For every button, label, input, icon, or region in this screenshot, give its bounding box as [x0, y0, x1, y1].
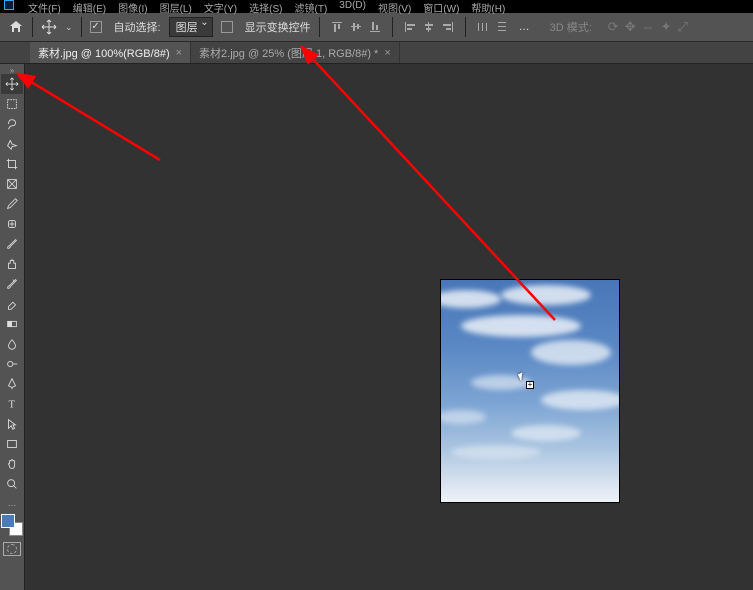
- lasso-tool[interactable]: [1, 114, 23, 134]
- menu-edit[interactable]: 编辑(E): [73, 0, 106, 15]
- auto-select-checkbox[interactable]: [90, 21, 102, 33]
- menu-layer[interactable]: 图层(L): [160, 0, 192, 15]
- menu-help[interactable]: 帮助(H): [471, 0, 505, 15]
- move-cursor: +: [519, 372, 529, 380]
- align-left-icon[interactable]: [401, 18, 419, 36]
- color-swatches[interactable]: [1, 514, 23, 536]
- frame-tool[interactable]: [1, 174, 23, 194]
- move-tool[interactable]: [1, 74, 23, 94]
- align-hcenter-icon[interactable]: [420, 18, 438, 36]
- tool-panel: » T …: [0, 64, 25, 590]
- type-tool[interactable]: T: [1, 394, 23, 414]
- align-vcenter-icon[interactable]: [347, 18, 365, 36]
- zoom-tool[interactable]: [1, 474, 23, 494]
- blur-tool[interactable]: [1, 334, 23, 354]
- chevron-down-icon[interactable]: ⌄: [65, 22, 73, 33]
- home-icon[interactable]: [8, 19, 24, 35]
- path-select-tool[interactable]: [1, 414, 23, 434]
- marquee-tool[interactable]: [1, 94, 23, 114]
- auto-select-dropdown[interactable]: 图层: [169, 17, 213, 37]
- history-brush-tool[interactable]: [1, 274, 23, 294]
- gradient-tool[interactable]: [1, 314, 23, 334]
- eyedropper-tool[interactable]: [1, 194, 23, 214]
- crop-tool[interactable]: [1, 154, 23, 174]
- distribute-h-icon[interactable]: [474, 18, 492, 36]
- close-icon[interactable]: ×: [384, 47, 390, 59]
- quick-select-tool[interactable]: [1, 134, 23, 154]
- menu-image[interactable]: 图像(I): [118, 0, 147, 15]
- menubar: 文件(F) 编辑(E) 图像(I) 图层(L) 文字(Y) 选择(S) 滤镜(T…: [0, 0, 753, 13]
- menu-file[interactable]: 文件(F): [28, 0, 61, 15]
- mode3d-label: 3D 模式:: [550, 19, 592, 35]
- brush-tool[interactable]: [1, 234, 23, 254]
- foreground-swatch[interactable]: [1, 514, 15, 528]
- menu-type[interactable]: 文字(Y): [204, 0, 237, 15]
- document-tabs: 素材.jpg @ 100%(RGB/8#) × 素材2.jpg @ 25% (图…: [0, 42, 753, 64]
- hand-tool[interactable]: [1, 454, 23, 474]
- distribute-group: [474, 18, 511, 36]
- tab-document-1[interactable]: 素材.jpg @ 100%(RGB/8#) ×: [30, 42, 191, 63]
- mode3d-icons: ⟳ ✥ ⇔ ✦ ⤢: [608, 19, 688, 35]
- menu-window[interactable]: 窗口(W): [423, 0, 459, 15]
- dodge-tool[interactable]: [1, 354, 23, 374]
- divider: [81, 17, 82, 37]
- close-icon[interactable]: ×: [176, 47, 182, 59]
- pan-icon[interactable]: ✥: [625, 19, 636, 35]
- pen-tool[interactable]: [1, 374, 23, 394]
- align-group: [328, 18, 384, 36]
- divider: [392, 17, 393, 37]
- document-canvas[interactable]: [441, 280, 619, 502]
- align-top-icon[interactable]: [328, 18, 346, 36]
- canvas-area[interactable]: +: [25, 64, 753, 590]
- divider: [465, 17, 466, 37]
- tab-label: 素材.jpg @ 100%(RGB/8#): [38, 45, 170, 61]
- auto-select-label: 自动选择:: [114, 19, 161, 35]
- scale-icon[interactable]: ⤢: [678, 19, 688, 35]
- divider: [32, 17, 33, 37]
- quickmask-toggle[interactable]: [3, 542, 21, 556]
- rectangle-tool[interactable]: [1, 434, 23, 454]
- divider: [319, 17, 320, 37]
- show-transform-checkbox[interactable]: [221, 21, 233, 33]
- eraser-tool[interactable]: [1, 294, 23, 314]
- healing-tool[interactable]: [1, 214, 23, 234]
- clone-tool[interactable]: [1, 254, 23, 274]
- menu-filter[interactable]: 滤镜(T): [295, 0, 328, 15]
- menu-select[interactable]: 选择(S): [249, 0, 282, 15]
- collapse-handle-icon[interactable]: »: [0, 66, 24, 74]
- options-bar: ⌄ 自动选择: 图层 显示变换控件 … 3D 模式: ⟳ ✥ ⇔ ✦ ⤢: [0, 13, 753, 42]
- align-bottom-icon[interactable]: [366, 18, 384, 36]
- menu-3d[interactable]: 3D(D): [339, 0, 366, 11]
- tab-label: 素材2.jpg @ 25% (图层 1, RGB/8#) *: [199, 45, 378, 61]
- app-icon: [4, 0, 14, 10]
- show-transform-label: 显示变换控件: [245, 19, 311, 35]
- svg-text:T: T: [9, 400, 16, 411]
- tab-document-2[interactable]: 素材2.jpg @ 25% (图层 1, RGB/8#) * ×: [191, 42, 400, 63]
- dolly-icon[interactable]: ⇔: [642, 19, 655, 35]
- menu-view[interactable]: 视图(V): [378, 0, 411, 15]
- align-right-icon[interactable]: [439, 18, 457, 36]
- slide-icon[interactable]: ✦: [661, 19, 672, 35]
- align-group-h: [401, 18, 457, 36]
- move-tool-indicator-icon[interactable]: [41, 19, 57, 35]
- orbit-icon[interactable]: ⟳: [608, 19, 619, 35]
- more-options-icon[interactable]: …: [519, 21, 532, 33]
- more-tools-icon[interactable]: …: [8, 498, 17, 508]
- distribute-v-icon[interactable]: [493, 18, 511, 36]
